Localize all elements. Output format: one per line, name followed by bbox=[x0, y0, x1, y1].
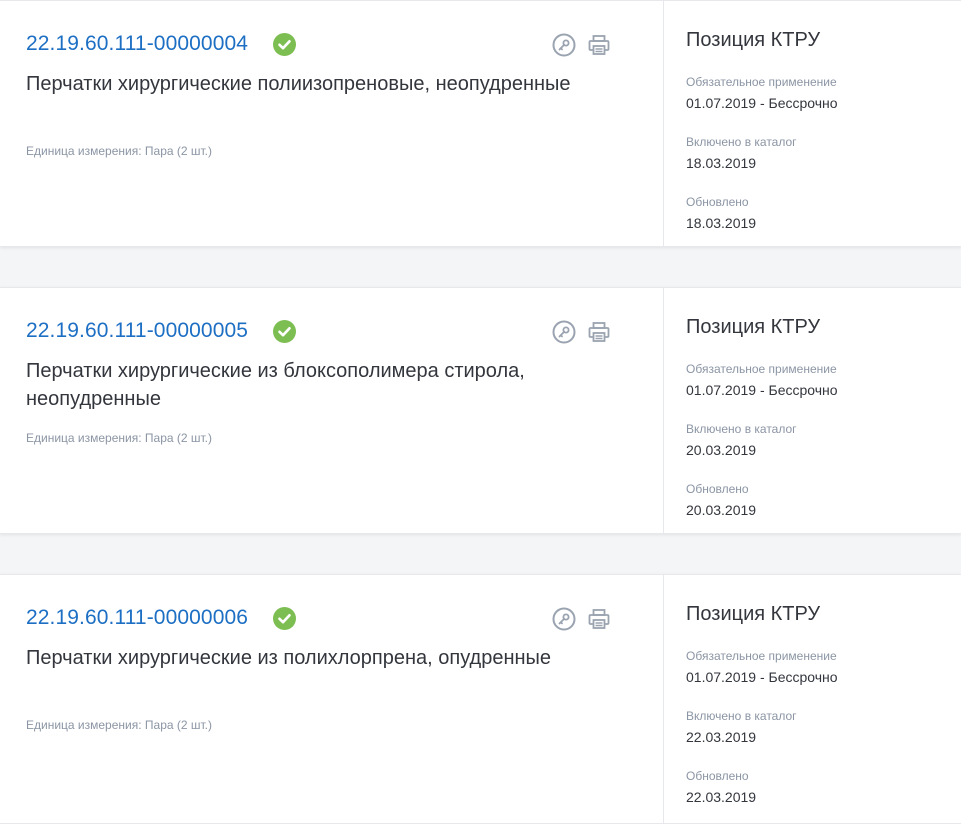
ktru-code-link[interactable]: 22.19.60.111-00000004 bbox=[26, 32, 248, 56]
card-main: 22.19.60.111-00000004 Перчатки хирургиче… bbox=[0, 1, 664, 246]
measurement-unit: Единица измерения: Пара (2 шт.) bbox=[26, 718, 212, 732]
ktru-card: 22.19.60.111-00000004 Перчатки хирургиче… bbox=[0, 0, 961, 247]
print-icon[interactable] bbox=[586, 606, 612, 632]
updated-label: Обновлено bbox=[686, 195, 749, 209]
updated-field: Обновлено 20.03.2019 bbox=[686, 481, 756, 520]
included-label: Включено в каталог bbox=[686, 135, 797, 149]
position-title: Перчатки хирургические из полихлорпрена,… bbox=[26, 647, 552, 669]
mandatory-value: 01.07.2019 - Бессрочно bbox=[686, 95, 838, 111]
ktru-code-link[interactable]: 22.19.60.111-00000005 bbox=[26, 319, 248, 343]
position-title: Перчатки хирургические полиизопреновые, … bbox=[26, 73, 571, 95]
card-actions bbox=[551, 319, 612, 345]
mandatory-label: Обязательное применение bbox=[686, 362, 837, 376]
updated-field: Обновлено 22.03.2019 bbox=[686, 768, 756, 807]
code-row: 22.19.60.111-00000005 bbox=[26, 316, 297, 346]
updated-value: 22.03.2019 bbox=[686, 789, 757, 805]
updated-value: 18.03.2019 bbox=[686, 215, 757, 231]
card-actions bbox=[551, 32, 612, 58]
included-value: 20.03.2019 bbox=[686, 442, 757, 458]
mandatory-value: 01.07.2019 - Бессрочно bbox=[686, 382, 838, 398]
side-title: Позиция КТРУ bbox=[686, 29, 821, 51]
card-side-info: Позиция КТРУ Обязательное применение 01.… bbox=[664, 1, 961, 246]
included-field: Включено в каталог 20.03.2019 bbox=[686, 421, 797, 460]
side-title: Позиция КТРУ bbox=[686, 603, 821, 625]
ktru-code-link[interactable]: 22.19.60.111-00000006 bbox=[26, 606, 248, 630]
card-actions bbox=[551, 606, 612, 632]
mandatory-field: Обязательное применение 01.07.2019 - Бес… bbox=[686, 74, 838, 113]
mandatory-value: 01.07.2019 - Бессрочно bbox=[686, 669, 838, 685]
check-circle-icon bbox=[273, 319, 297, 343]
card-side-info: Позиция КТРУ Обязательное применение 01.… bbox=[664, 575, 961, 823]
card-side-info: Позиция КТРУ Обязательное применение 01.… bbox=[664, 288, 961, 533]
updated-label: Обновлено bbox=[686, 769, 749, 783]
ktru-card: 22.19.60.111-00000006 Перчатки хирургиче… bbox=[0, 574, 961, 824]
check-circle-icon bbox=[273, 606, 297, 630]
check-circle-icon bbox=[273, 32, 297, 56]
code-row: 22.19.60.111-00000006 bbox=[26, 603, 297, 633]
included-label: Включено в каталог bbox=[686, 422, 797, 436]
included-field: Включено в каталог 18.03.2019 bbox=[686, 134, 797, 173]
position-title: Перчатки хирургические из блоксополимера… bbox=[26, 360, 525, 410]
updated-label: Обновлено bbox=[686, 482, 749, 496]
measurement-unit: Единица измерения: Пара (2 шт.) bbox=[26, 144, 212, 158]
included-label: Включено в каталог bbox=[686, 709, 797, 723]
mandatory-field: Обязательное применение 01.07.2019 - Бес… bbox=[686, 361, 838, 400]
code-row: 22.19.60.111-00000004 bbox=[26, 29, 297, 59]
included-value: 18.03.2019 bbox=[686, 155, 757, 171]
mandatory-field: Обязательное применение 01.07.2019 - Бес… bbox=[686, 648, 838, 687]
mandatory-label: Обязательное применение bbox=[686, 75, 837, 89]
side-title: Позиция КТРУ bbox=[686, 316, 821, 338]
included-value: 22.03.2019 bbox=[686, 729, 757, 745]
ktru-card: 22.19.60.111-00000005 Перчатки хирургиче… bbox=[0, 287, 961, 534]
measurement-unit: Единица измерения: Пара (2 шт.) bbox=[26, 431, 212, 445]
included-field: Включено в каталог 22.03.2019 bbox=[686, 708, 797, 747]
updated-field: Обновлено 18.03.2019 bbox=[686, 194, 756, 233]
card-main: 22.19.60.111-00000005 Перчатки хирургиче… bbox=[0, 288, 664, 533]
card-main: 22.19.60.111-00000006 Перчатки хирургиче… bbox=[0, 575, 664, 823]
key-icon[interactable] bbox=[551, 32, 577, 58]
key-icon[interactable] bbox=[551, 606, 577, 632]
print-icon[interactable] bbox=[586, 319, 612, 345]
ktru-position-list: 22.19.60.111-00000004 Перчатки хирургиче… bbox=[0, 0, 961, 824]
updated-value: 20.03.2019 bbox=[686, 502, 757, 518]
print-icon[interactable] bbox=[586, 32, 612, 58]
key-icon[interactable] bbox=[551, 319, 577, 345]
mandatory-label: Обязательное применение bbox=[686, 649, 837, 663]
